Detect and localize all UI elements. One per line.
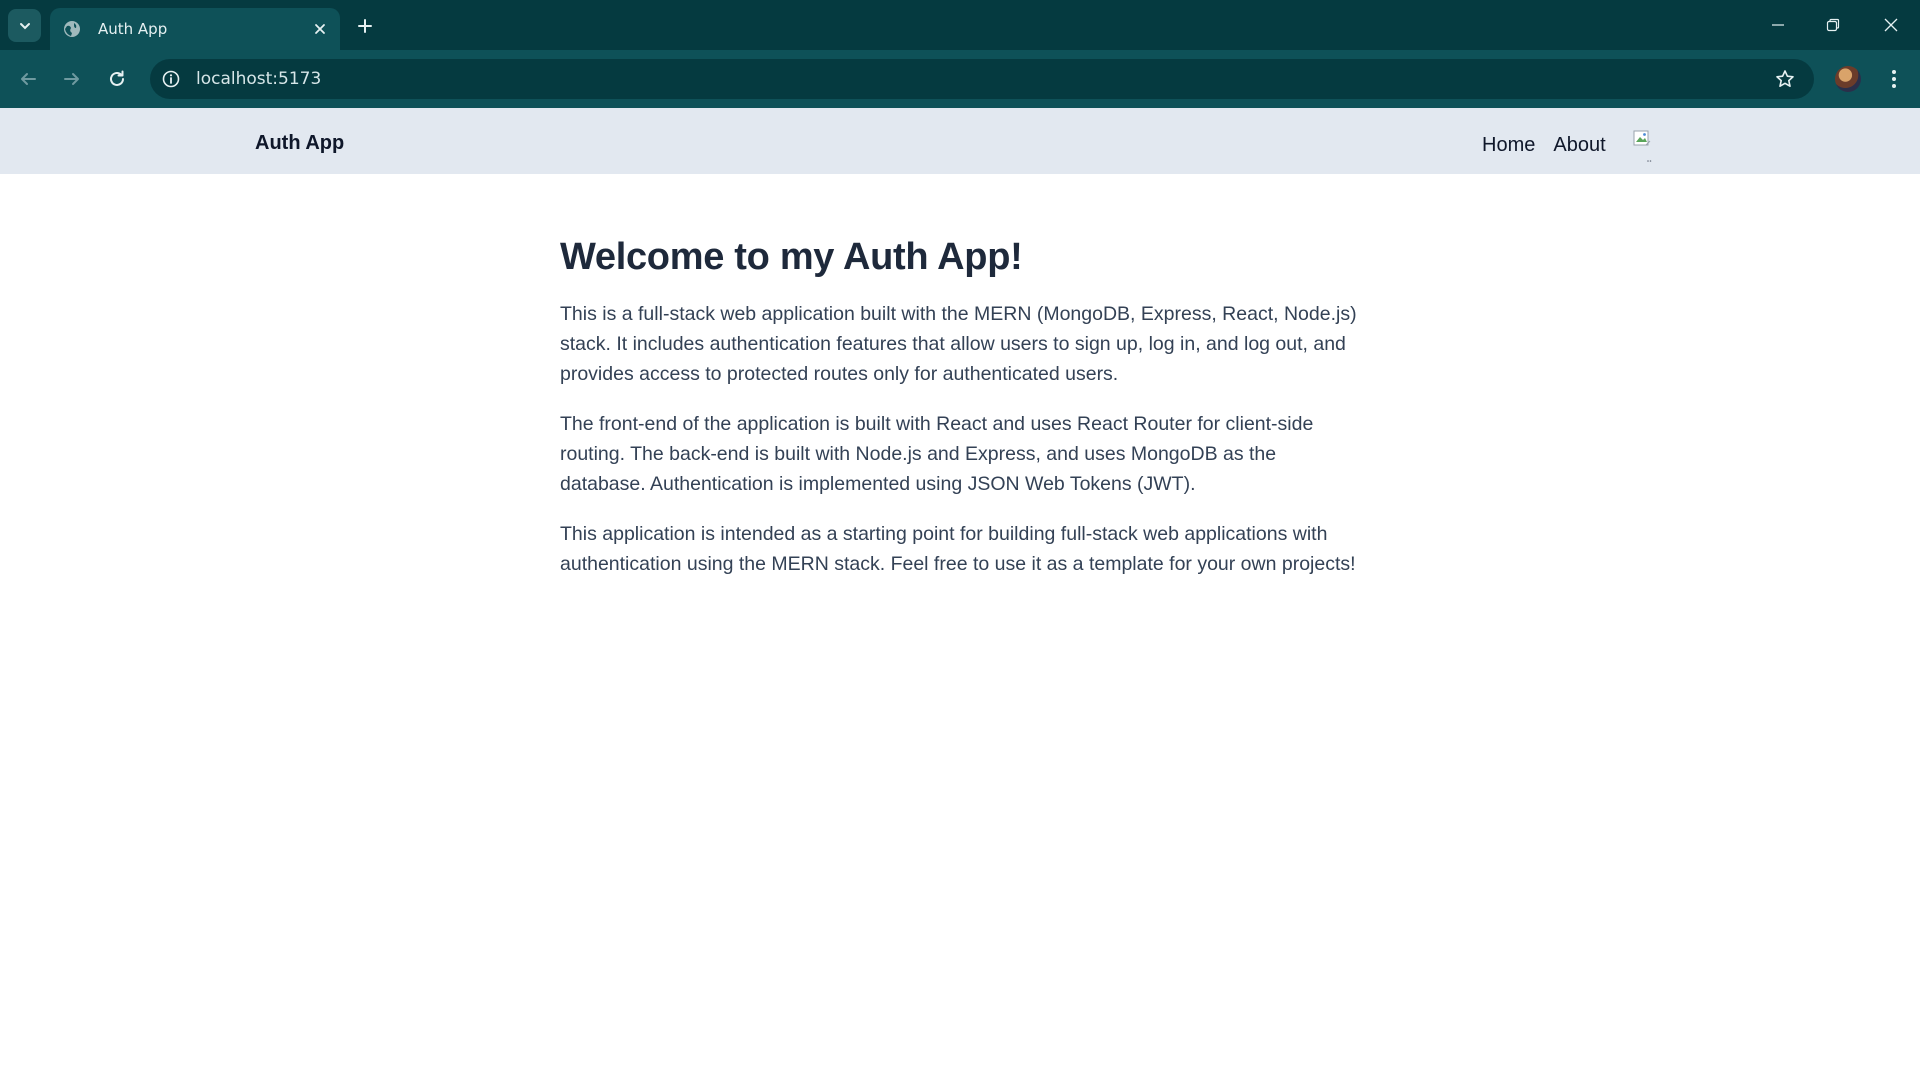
minimize-icon [1772,24,1784,26]
broken-image-icon[interactable] [1632,129,1656,162]
info-icon[interactable] [160,68,182,90]
star-icon[interactable] [1774,68,1796,90]
url-text[interactable]: localhost:5173 [196,69,321,89]
reload-icon [110,70,124,86]
new-tab-button[interactable] [352,13,378,39]
stack-paragraph: The front-end of the application is buil… [560,413,1314,495]
arrow-left-icon [21,73,36,85]
minimize-button[interactable] [1764,12,1792,38]
purpose-paragraph: This application is intended as a starti… [560,523,1356,575]
browser-tab[interactable]: Auth App [50,8,340,50]
tab-search-button[interactable] [8,9,41,42]
address-bar[interactable]: localhost:5173 [150,59,1814,99]
plus-icon [358,19,372,33]
browser-menu-button[interactable] [1880,65,1908,93]
chevron-down-icon [19,22,30,29]
page-title: Welcome to my Auth App! [560,236,1023,278]
nav-link-about[interactable]: About [1553,134,1605,157]
intro-paragraph: This is a full-stack web application bui… [560,303,1357,385]
tab-title: Auth App [98,20,168,38]
forward-button[interactable] [56,63,88,95]
site-header: Auth App Home About [0,108,1920,174]
browser-tabstrip: Auth App [0,0,1920,50]
close-icon [1884,18,1898,32]
arrow-right-icon [64,73,79,85]
nav-link-home[interactable]: Home [1482,134,1535,157]
reload-button[interactable] [101,63,133,95]
back-button[interactable] [12,63,44,95]
profile-avatar[interactable] [1835,66,1861,92]
restore-icon [1826,18,1840,32]
browser-toolbar: localhost:5173 [0,50,1920,108]
window-close-button[interactable] [1877,12,1905,38]
site-nav: Home About [1482,129,1656,162]
restore-button[interactable] [1819,12,1847,38]
kebab-menu-icon [1892,70,1896,88]
main-content: Welcome to my Auth App! This is a full-s… [560,236,1360,599]
site-brand[interactable]: Auth App [255,132,344,155]
globe-icon [62,19,82,39]
close-icon[interactable] [310,19,330,39]
